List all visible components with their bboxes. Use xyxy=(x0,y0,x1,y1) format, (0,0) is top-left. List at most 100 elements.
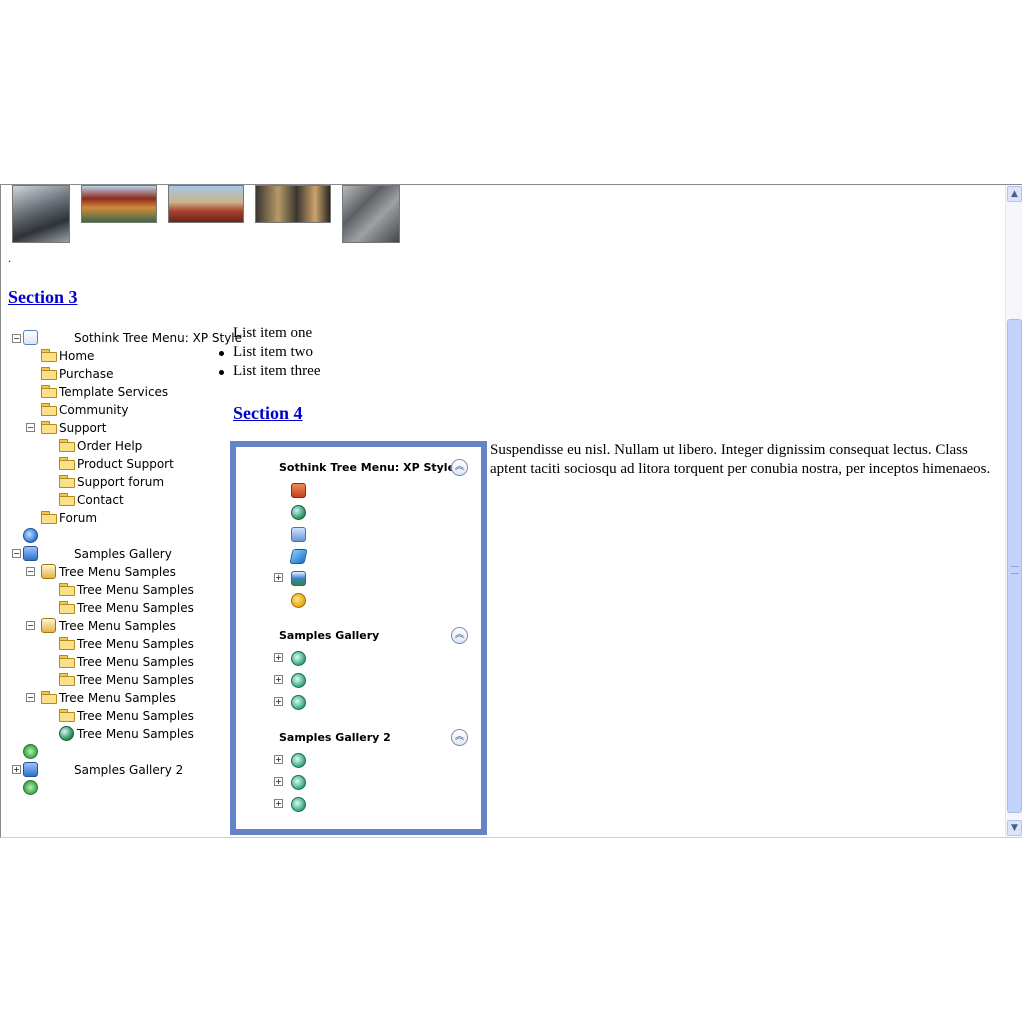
image-icon[interactable] xyxy=(291,527,306,542)
disk-icon[interactable] xyxy=(289,549,308,564)
tree-item-sample[interactable]: Tree Menu Samples xyxy=(77,726,194,742)
banner-photo-temple xyxy=(81,185,157,223)
folder-icon xyxy=(41,511,57,524)
mail-icon[interactable] xyxy=(291,797,306,812)
tree-root-samples-gallery-2[interactable]: Samples Gallery 2 xyxy=(74,762,183,778)
vertical-scrollbar[interactable]: ▲ ▼ xyxy=(1005,185,1022,837)
chevron-up-icon[interactable]: ︽ xyxy=(451,729,468,746)
expand-toggle[interactable]: + xyxy=(274,697,283,706)
stray-dot: . xyxy=(8,251,11,265)
tree-item-product-support[interactable]: Product Support xyxy=(77,456,174,472)
recycle-icon[interactable] xyxy=(23,780,38,795)
body-paragraph: Suspendisse eu nisl. Nullam ut libero. I… xyxy=(490,442,991,477)
tree-group-samples-2[interactable]: Tree Menu Samples xyxy=(59,618,176,634)
list-item-text: List item three xyxy=(233,363,321,379)
tree-item-forum[interactable]: Forum xyxy=(59,510,97,526)
globe-icon[interactable] xyxy=(291,505,306,520)
mail-icon[interactable] xyxy=(291,775,306,790)
photo-folder-icon[interactable] xyxy=(291,571,306,586)
scroll-up-button[interactable]: ▲ xyxy=(1007,186,1022,202)
xp-group-title[interactable]: Sothink Tree Menu: XP Style xyxy=(279,461,455,474)
folder-icon xyxy=(59,493,75,506)
tree-item-contact[interactable]: Contact xyxy=(77,492,124,508)
grip-icon xyxy=(1011,566,1019,574)
folder-icon xyxy=(59,475,75,488)
list-item-text: List item two xyxy=(233,344,313,360)
computer-icon xyxy=(23,762,38,777)
list-item: List item three xyxy=(219,363,321,380)
list-item: List item two xyxy=(219,344,313,361)
smiley-icon[interactable] xyxy=(291,593,306,608)
list-item: List item one xyxy=(233,325,313,341)
tree-root-samples-gallery[interactable]: Samples Gallery xyxy=(74,546,172,562)
folder-icon xyxy=(41,421,57,434)
expand-toggle[interactable]: + xyxy=(274,777,283,786)
folder-icon xyxy=(59,583,75,596)
tree-group-samples-3[interactable]: Tree Menu Samples xyxy=(59,690,176,706)
chevron-up-icon[interactable]: ︽ xyxy=(451,627,468,644)
collapse-toggle[interactable]: − xyxy=(26,423,35,432)
tree-item-sample[interactable]: Tree Menu Samples xyxy=(77,708,194,724)
tree-item-sample[interactable]: Tree Menu Samples xyxy=(77,654,194,670)
document-icon xyxy=(23,330,38,345)
folder-icon xyxy=(41,403,57,416)
folder-icon xyxy=(59,673,75,686)
expand-toggle[interactable]: + xyxy=(12,765,21,774)
folder-icon xyxy=(41,691,57,704)
tree-item-support[interactable]: Support xyxy=(59,420,106,436)
folder-icon xyxy=(59,655,75,668)
folder-icon xyxy=(41,349,57,362)
collapse-toggle[interactable]: − xyxy=(26,621,35,630)
folder-icon xyxy=(59,637,75,650)
tree-item-sample[interactable]: Tree Menu Samples xyxy=(77,636,194,652)
expand-toggle[interactable]: + xyxy=(274,755,283,764)
browser-frame: . Section 3 − Sothink Tree Menu: XP Styl… xyxy=(0,184,1022,838)
xp-style-menu-panel: Sothink Tree Menu: XP Style ︽ + Samples … xyxy=(230,441,487,835)
mail-icon[interactable] xyxy=(291,753,306,768)
scroll-thumb[interactable] xyxy=(1007,319,1022,813)
section-3-link[interactable]: Section 3 xyxy=(8,287,78,308)
collapse-toggle[interactable]: − xyxy=(12,334,21,343)
section-4-link[interactable]: Section 4 xyxy=(233,403,303,424)
xp-group-title[interactable]: Samples Gallery xyxy=(279,629,379,642)
xp-group-title[interactable]: Samples Gallery 2 xyxy=(279,731,391,744)
mail-icon[interactable] xyxy=(291,695,306,710)
home-icon[interactable] xyxy=(291,483,306,498)
tree-item-home[interactable]: Home xyxy=(59,348,94,364)
globe-icon xyxy=(59,726,74,741)
expand-toggle[interactable]: + xyxy=(274,675,283,684)
folder-icon xyxy=(41,367,57,380)
sheet-icon xyxy=(41,618,56,633)
tree-group-samples-1[interactable]: Tree Menu Samples xyxy=(59,564,176,580)
expand-toggle[interactable]: + xyxy=(274,573,283,582)
mail-icon[interactable] xyxy=(291,651,306,666)
recycle-icon[interactable] xyxy=(23,744,38,759)
folder-icon xyxy=(59,439,75,452)
tree-item-order-help[interactable]: Order Help xyxy=(77,438,142,454)
folder-icon xyxy=(41,385,57,398)
collapse-toggle[interactable]: − xyxy=(26,693,35,702)
banner-photo-palace xyxy=(168,185,244,223)
bullet-icon xyxy=(219,351,224,356)
tree-item-community[interactable]: Community xyxy=(59,402,128,418)
tree-item-sample[interactable]: Tree Menu Samples xyxy=(77,582,194,598)
tree-root-xp-style[interactable]: Sothink Tree Menu: XP Style xyxy=(74,330,242,346)
folder-icon xyxy=(59,457,75,470)
ie-icon[interactable] xyxy=(23,528,38,543)
banner-photo-carving xyxy=(342,185,400,243)
tree-item-template-services[interactable]: Template Services xyxy=(59,384,168,400)
chevron-up-icon[interactable]: ︽ xyxy=(451,459,468,476)
page-content: . Section 3 − Sothink Tree Menu: XP Styl… xyxy=(1,185,1005,837)
folder-icon xyxy=(59,709,75,722)
bullet-icon xyxy=(219,370,224,375)
tree-item-sample[interactable]: Tree Menu Samples xyxy=(77,600,194,616)
collapse-toggle[interactable]: − xyxy=(12,549,21,558)
tree-item-support-forum[interactable]: Support forum xyxy=(77,474,164,490)
expand-toggle[interactable]: + xyxy=(274,653,283,662)
tree-item-sample[interactable]: Tree Menu Samples xyxy=(77,672,194,688)
tree-item-purchase[interactable]: Purchase xyxy=(59,366,114,382)
mail-icon[interactable] xyxy=(291,673,306,688)
collapse-toggle[interactable]: − xyxy=(26,567,35,576)
expand-toggle[interactable]: + xyxy=(274,799,283,808)
scroll-down-button[interactable]: ▼ xyxy=(1007,820,1022,836)
